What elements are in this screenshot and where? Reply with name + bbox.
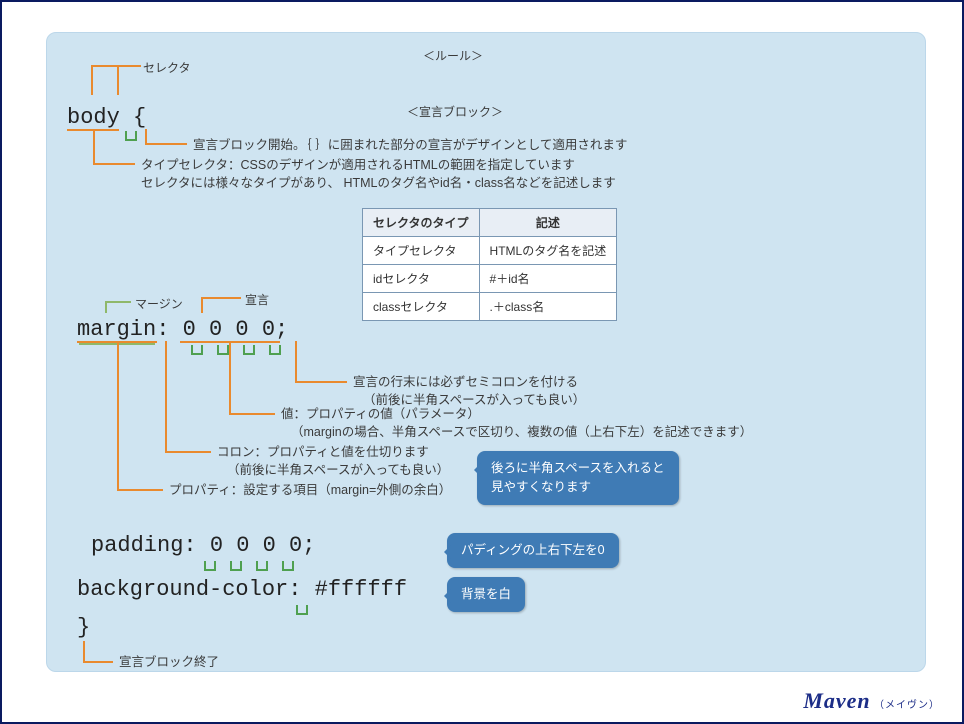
conn	[165, 451, 211, 453]
space-marker	[256, 561, 268, 571]
conn	[91, 65, 93, 95]
conn	[117, 489, 163, 491]
label-margin: マージン	[135, 295, 183, 312]
conn	[229, 341, 231, 413]
conn	[295, 381, 347, 383]
code-margin: margin: 0 0 0 0;	[77, 317, 288, 342]
space-marker	[296, 605, 308, 615]
conn	[91, 65, 141, 67]
table-cell: .＋class名	[479, 293, 617, 321]
conn	[229, 413, 275, 415]
note-semicolon1: 宣言の行末には必ずセミコロンを付ける	[353, 373, 578, 392]
table-cell: HTMLのタグ名を記述	[479, 237, 617, 265]
note-property: プロパティ：設定する項目（margin=外側の余白）	[169, 481, 451, 500]
space-marker	[282, 561, 294, 571]
conn-green	[105, 301, 131, 303]
bubble-bg: 背景を白	[447, 577, 525, 612]
conn	[93, 129, 95, 163]
note-close-brace: 宣言ブロック終了	[119, 653, 219, 672]
table-cell: #＋id名	[479, 265, 617, 293]
note-value2: （marginの場合、半角スペースで区切り、複数の値（上右下左）を記述できます）	[291, 423, 752, 442]
conn	[83, 641, 85, 661]
space-marker	[125, 131, 137, 141]
space-marker	[191, 345, 203, 355]
label-selector: セレクタ	[143, 59, 191, 76]
code-body-open: body {	[67, 105, 146, 130]
conn	[201, 297, 203, 313]
conn	[295, 341, 297, 381]
conn	[117, 65, 119, 95]
note-type-selector1: タイプセレクタ：CSSのデザインが適用されるHTMLの範囲を指定しています	[141, 156, 575, 175]
signature: Maven （メイヴン）	[803, 688, 940, 714]
note-type-selector2: セレクタには様々なタイプがあり、 HTMLのタグ名やid名・class名などを記…	[141, 174, 616, 193]
conn	[145, 129, 147, 143]
selector-type-table: セレクタのタイプ 記述 タイプセレクタ HTMLのタグ名を記述 idセレクタ #…	[362, 208, 617, 321]
conn	[117, 341, 119, 489]
diagram-panel: ＜ルール＞ ＜宣言ブロック＞ セレクタ body { 宣言ブロック開始。｛ ｝に…	[46, 32, 926, 672]
code-close: }	[77, 615, 90, 640]
note-colon2: （前後に半角スペースが入っても良い）	[227, 461, 449, 480]
bubble-space-tip: 後ろに半角スペースを入れると 見やすくなります	[477, 451, 679, 505]
table-header: 記述	[479, 209, 617, 237]
space-marker	[217, 345, 229, 355]
space-marker	[269, 345, 281, 355]
note-value1: 値：プロパティの値（パラメータ）	[281, 405, 480, 424]
space-marker	[204, 561, 216, 571]
code-bgcolor: background-color: #ffffff	[77, 577, 407, 602]
conn	[83, 661, 113, 663]
space-marker	[243, 345, 255, 355]
table-header: セレクタのタイプ	[363, 209, 480, 237]
table-cell: idセレクタ	[363, 265, 480, 293]
conn	[93, 163, 135, 165]
heading-rule: ＜ルール＞	[423, 47, 483, 64]
conn	[145, 143, 187, 145]
signature-main: Maven	[803, 688, 870, 713]
note-open-brace: 宣言ブロック開始。｛ ｝に囲まれた部分の宣言がデザインとして適用されます	[193, 136, 627, 155]
label-declaration: 宣言	[245, 291, 269, 308]
conn	[201, 297, 241, 299]
signature-sub: （メイヴン）	[874, 700, 940, 711]
code-padding: padding: 0 0 0 0;	[91, 533, 315, 558]
heading-block: ＜宣言ブロック＞	[407, 103, 503, 120]
table-cell: classセレクタ	[363, 293, 480, 321]
space-marker	[230, 561, 242, 571]
conn	[165, 341, 167, 451]
table-cell: タイプセレクタ	[363, 237, 480, 265]
bubble-padding: パディングの上右下左を0	[447, 533, 619, 568]
note-colon1: コロン：プロパティと値を仕切ります	[217, 443, 429, 462]
